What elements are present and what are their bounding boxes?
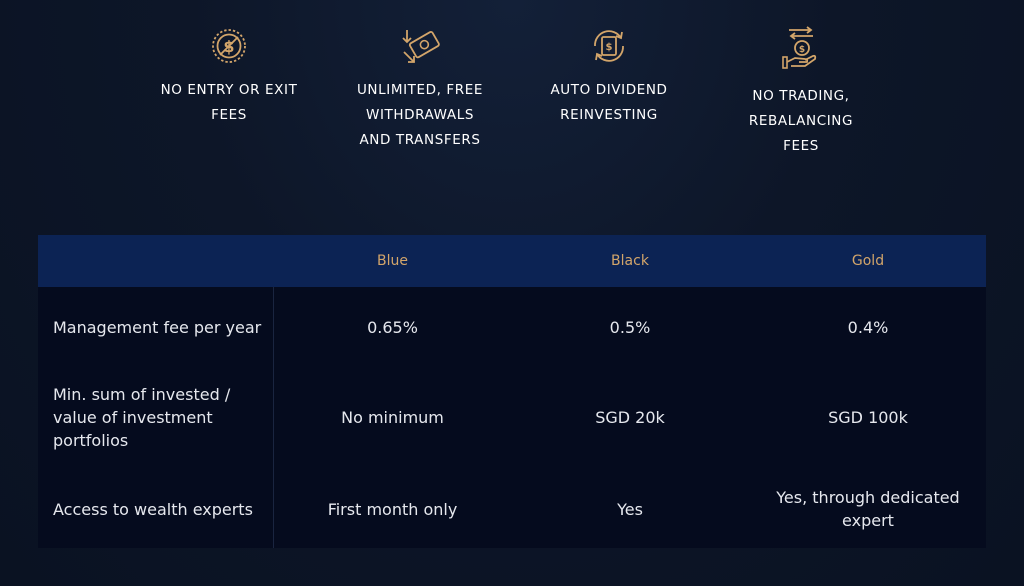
cell-gold-wealth-experts: Yes, through dedicated expert bbox=[776, 488, 960, 530]
features-strip: $ NO ENTRY OR EXIT FEES UNLIMITED, FREE … bbox=[0, 0, 1024, 200]
row-label-divider bbox=[273, 287, 274, 548]
row-label-wealth-experts: Access to wealth experts bbox=[53, 499, 253, 519]
reinvest-cycle-icon: $ bbox=[594, 30, 624, 62]
feature-no-entry-exit-fees: $ NO ENTRY OR EXIT FEES bbox=[144, 22, 314, 128]
cell-black-min-sum: SGD 20k bbox=[595, 407, 665, 427]
cell-gold-management-fee: 0.4% bbox=[847, 317, 889, 337]
cell-blue-management-fee: 0.65% bbox=[367, 317, 418, 337]
svg-text:$: $ bbox=[606, 42, 613, 53]
cell-blue-wealth-experts: First month only bbox=[327, 499, 458, 519]
header-gold: Gold bbox=[851, 253, 885, 269]
feature-auto-dividend: $ AUTO DIVIDEND REINVESTING bbox=[534, 22, 684, 128]
plans-comparison-table: Blue Black Gold Management fee per year … bbox=[38, 235, 986, 548]
svg-text:$: $ bbox=[799, 45, 805, 55]
hand-coin-exchange-icon: $ bbox=[782, 26, 817, 69]
row-label-management-fee: Management fee per year bbox=[53, 317, 262, 337]
table-header: Blue Black Gold bbox=[38, 235, 986, 287]
row-label-min-sum: Min. sum of invested / value of investme… bbox=[53, 384, 231, 450]
feature-unlimited-withdrawals: UNLIMITED, FREE WITHDRAWALS AND TRANSFER… bbox=[336, 22, 504, 153]
feature-no-trading-fees: $ NO TRADING, REBALANCING FEES bbox=[726, 24, 876, 159]
feature-label: AUTO DIVIDEND REINVESTING bbox=[550, 82, 668, 123]
cell-gold-min-sum: SGD 100k bbox=[828, 407, 908, 427]
feature-label: NO ENTRY OR EXIT FEES bbox=[160, 82, 298, 123]
feature-label: UNLIMITED, FREE WITHDRAWALS AND TRANSFER… bbox=[356, 82, 484, 148]
cell-black-wealth-experts: Yes bbox=[617, 499, 643, 519]
dollar-coin-crossed-icon: $ bbox=[212, 29, 246, 63]
header-blue: Blue bbox=[377, 253, 408, 269]
cell-black-management-fee: 0.5% bbox=[609, 317, 651, 337]
header-empty bbox=[38, 235, 273, 287]
header-black: Black bbox=[611, 253, 649, 269]
cell-blue-min-sum: No minimum bbox=[341, 407, 444, 427]
feature-label: NO TRADING, REBALANCING FEES bbox=[748, 88, 854, 154]
cash-transfer-icon bbox=[402, 30, 440, 63]
